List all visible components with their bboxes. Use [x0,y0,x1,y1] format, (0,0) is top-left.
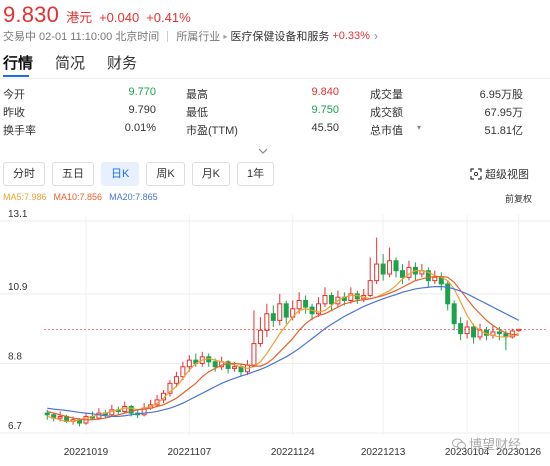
tab-profile[interactable]: 简况 [55,52,85,77]
main-tabs: 行情 简况 财务 [3,52,137,77]
quote-header: 9.830 港元 +0.040 +0.41% [3,2,191,27]
ma10-legend: MA10:7.856 [53,192,103,202]
period-monthly-button[interactable]: 月K [191,162,231,186]
candle-up [173,376,179,384]
period-selector: 分时 五日 日K 周K 月K 1年 [3,162,275,186]
y-tick-label: 13.1 [8,209,28,220]
x-tick-label: 20221124 [271,447,315,458]
stat-label-low: 最低 [186,107,208,119]
candle-up [367,280,373,297]
candle-down [380,263,386,275]
stats-grid: 今开 9.770 最高 9.840 成交量 6.95万股 昨收 9.790 最低… [3,86,523,140]
x-tick-label: 20221213 [361,447,406,458]
stat-value-high: 9.840 [311,86,339,98]
stat-value-open: 9.770 [128,86,156,98]
y-tick-label: 10.9 [8,282,28,293]
stat-label-volume: 成交量 [370,89,403,101]
price-change-pct: +0.41% [146,10,191,25]
period-intraday-button[interactable]: 分时 [3,162,45,186]
stat-value-volume: 6.95万股 [479,89,523,101]
period-weekly-button[interactable]: 周K [146,162,185,186]
currency-label: 港元 [66,10,93,25]
stat-value-pe: 45.50 [311,122,339,134]
candle-down [328,295,334,305]
y-tick-label: 8.8 [8,351,22,362]
candle-down [303,300,309,308]
industry-link[interactable]: 医疗保健设备和服务 [230,28,329,44]
candle-down [471,326,477,338]
ma5-legend: MA5:7.986 [3,192,47,202]
wechat-icon [452,438,466,449]
x-tick-label: 20221019 [64,447,109,458]
stat-value-low: 9.750 [311,104,339,116]
stat-label-open: 今开 [3,89,25,101]
stat-value-turnover: 67.95万 [484,107,523,119]
stats-row: 昨收 9.790 最低 9.750 成交额 67.95万 [3,104,523,122]
tab-finance[interactable]: 财务 [107,52,137,77]
candle-up [180,366,186,378]
candle-up [374,263,380,282]
y-tick-label: 6.7 [8,421,22,432]
stat-label-market-cap[interactable]: 总市值 [370,122,403,138]
stat-label-prev-close: 昨收 [3,107,25,119]
watermark-text: 博望财经 [469,437,522,452]
candle-up [257,329,263,345]
watermark: 博望财经 [452,434,521,453]
stats-row: 今开 9.770 最高 9.840 成交量 6.95万股 [3,86,523,104]
candle-up [296,300,302,310]
stat-label-turnover: 成交额 [370,107,403,119]
last-price: 9.830 [3,2,60,27]
ma20-legend: MA20:7.865 [109,192,158,202]
active-tab-indicator [3,75,29,77]
candle-up [277,303,283,321]
x-tick-label: 20221107 [167,447,211,458]
stats-row: 换手率 0.01% 市盈(TTM) 45.50 总市值 51.81亿 ▾ [3,122,523,140]
candle-up [186,359,192,368]
industry-label: 所属行业 [176,31,221,43]
candle-up [232,366,238,369]
expand-view-icon [470,168,482,180]
chevron-down-icon[interactable] [258,146,268,158]
stat-label-turnover-rate: 换手率 [3,125,36,137]
super-view-label: 超级视图 [485,169,529,181]
candle-up [322,295,328,305]
tab-quote[interactable]: 行情 [3,52,33,77]
candlestick-chart[interactable]: 13.1 10.9 8.8 6.7 20221019 20221107 20221124 20… [0,203,550,466]
ma-legend: MA5:7.986 MA10:7.856 MA20:7.865 [3,192,158,202]
stat-value-turnover-rate: 0.01% [124,122,156,134]
candle-down [451,303,457,325]
candle-down [496,331,502,335]
candle-up [264,313,270,331]
candle-down [399,270,406,278]
candle-down [44,412,50,416]
stat-value-prev-close: 9.790 [128,104,156,116]
candle-up [57,415,63,419]
candle-up [464,326,470,335]
candle-down [458,323,464,335]
stat-label-high: 最高 [186,89,208,101]
super-view-button[interactable]: 超级视图 [470,166,529,182]
caret-right-icon: ▸ [223,31,228,41]
industry-change: +0.33% [332,30,370,42]
candle-up [251,343,257,366]
price-change: +0.040 [99,10,140,25]
status-bar: 交易中 02-01 11:10:00 北京时间 所属行业 ▸ 医疗保健设备和服务… [3,28,378,44]
candle-down [212,361,218,368]
period-5day-button[interactable]: 五日 [52,162,94,186]
stat-value-market-cap: 51.81亿 [484,125,523,137]
period-daily-button[interactable]: 日K [101,162,140,186]
stat-label-pe: 市盈(TTM) [186,125,238,137]
trade-time: 交易中 02-01 11:10:00 北京时间 [3,31,160,43]
separator [167,30,169,42]
candle-up [432,276,438,282]
candle-up [348,293,354,301]
candle-down [393,260,399,272]
caret-down-icon[interactable]: ▾ [417,123,421,132]
chevron-right-icon[interactable]: › [374,29,378,43]
period-1year-button[interactable]: 1年 [237,162,275,186]
candle-down [270,313,276,321]
candle-down [283,303,289,318]
divider [0,78,550,79]
candle-up [387,260,393,275]
